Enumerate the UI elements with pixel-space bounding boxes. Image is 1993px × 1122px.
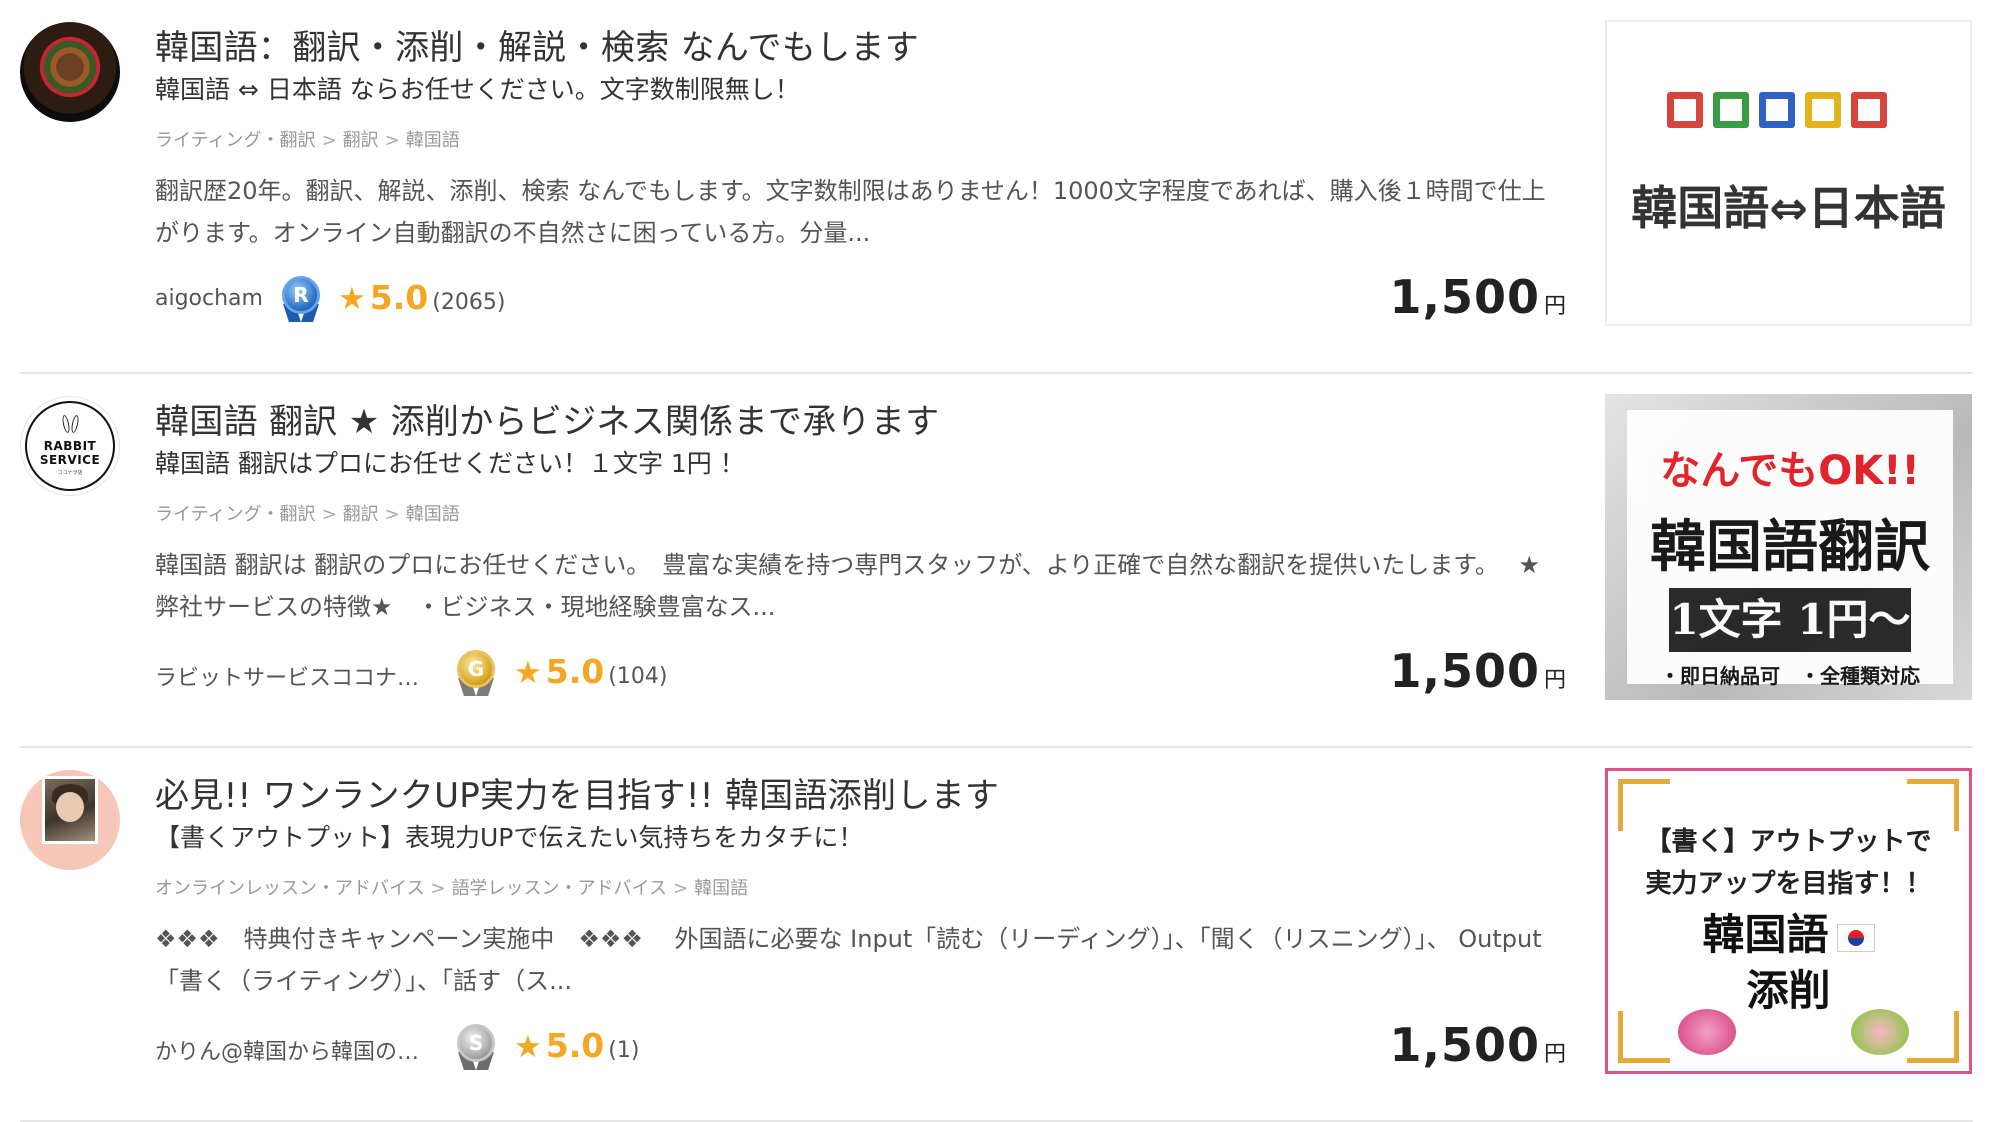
chevron-right-icon: > — [384, 130, 400, 151]
rabbit-ears-icon — [61, 414, 80, 434]
frame-corner-decoration — [1907, 1011, 1959, 1063]
price: 1,500 円 — [1389, 1018, 1566, 1072]
listing-description: 翻訳歴20年。翻訳、解説、添削、検索 なんでもします。文字数制限はありません！1… — [155, 177, 1546, 247]
thumbnail-price-bar: 1文字 1円〜 — [1669, 588, 1911, 652]
review-count: (2065) — [432, 290, 506, 315]
photo-frames-decoration — [1667, 92, 1887, 128]
star-icon: ★ — [514, 655, 542, 691]
rating-score: 5.0 — [545, 1026, 605, 1065]
seller-avatar[interactable]: RABBIT SERVICE ココナラ店 — [20, 396, 120, 496]
price-currency: 円 — [1543, 294, 1566, 319]
breadcrumb-link[interactable]: 語学レッスン・アドバイス — [452, 878, 667, 899]
thumbnail-line-4: 添削 — [1746, 966, 1831, 1015]
listing-title[interactable]: 韓国語：翻訳・添削・解説・検索 なんでもします — [155, 20, 919, 69]
price-value: 1,500 — [1389, 1018, 1540, 1072]
breadcrumb-link[interactable]: 翻訳 — [343, 130, 379, 151]
listing-thumbnail[interactable]: なんでもOK!! 韓国語翻訳 1文字 1円〜 ・即日納品可 ・全種類対応 — [1605, 394, 1972, 700]
breadcrumb: オンラインレッスン・アドバイス > 語学レッスン・アドバイス > 韓国語 — [155, 874, 748, 900]
listing-item[interactable]: 韓国語：翻訳・添削・解説・検索 なんでもします 韓国語 ⇔ 日本語 ならお任せく… — [0, 0, 1993, 374]
breadcrumb-link[interactable]: オンラインレッスン・アドバイス — [155, 878, 424, 899]
thumbnail-footer: ・即日納品可 ・全種類対応 — [1660, 664, 1920, 688]
listing-title[interactable]: 韓国語 翻訳 ★ 添削からビジネス関係まで承ります — [155, 394, 939, 443]
thumbnail-line-2: 実力アップを目指す！！ — [1645, 869, 1932, 899]
seller-avatar[interactable] — [20, 22, 120, 122]
listing-item[interactable]: 必見!! ワンランクUP実力を目指す!! 韓国語添削します 【書くアウトプット】… — [0, 748, 1993, 1122]
breadcrumb-link[interactable]: 韓国語 — [406, 504, 460, 525]
price-currency: 円 — [1543, 1042, 1566, 1067]
thumbnail-line-1: 【書く】アウトプットで — [1645, 827, 1932, 857]
breadcrumb-link[interactable]: ライティング・翻訳 — [155, 130, 316, 151]
breadcrumb-link[interactable]: 韓国語 — [406, 130, 460, 151]
listing-subtitle: 【書くアウトプット】表現力UPで伝えたい気持ちをカタチに！ — [155, 823, 864, 852]
seller-name[interactable]: ラビットサービスココナ… — [155, 660, 419, 692]
rating-score: 5.0 — [545, 652, 605, 691]
listing-description: ❖❖❖ 特典付きキャンペーン実施中 ❖❖❖ 外国語に必要な Input「読む（リ… — [155, 925, 1542, 995]
flower-icon — [1678, 1009, 1736, 1055]
star-icon: ★ — [338, 281, 366, 317]
breadcrumb-link[interactable]: 翻訳 — [343, 504, 379, 525]
thumbnail-caption: 韓国語⇔日本語 — [1631, 181, 1946, 235]
review-count: (104) — [608, 664, 668, 689]
rank-medal-icon: S — [453, 1022, 499, 1072]
listing-thumbnail[interactable]: 【書く】アウトプットで 実力アップを目指す！！ 韓国語 添削 — [1605, 768, 1972, 1074]
flower-icon — [1851, 1009, 1909, 1055]
listing-title[interactable]: 必見!! ワンランクUP実力を目指す!! 韓国語添削します — [155, 768, 999, 817]
seller-name[interactable]: aigocham — [155, 286, 263, 311]
thumbnail-headline: なんでもOK!! — [1660, 448, 1920, 494]
seller-avatar[interactable] — [20, 770, 120, 870]
breadcrumb-link[interactable]: ライティング・翻訳 — [155, 504, 316, 525]
chevron-right-icon: > — [430, 878, 446, 899]
listing-subtitle: 韓国語 ⇔ 日本語 ならお任せください。文字数制限無し！ — [155, 75, 800, 104]
review-count: (1) — [608, 1038, 640, 1063]
price-value: 1,500 — [1389, 270, 1540, 324]
rating: ★ 5.0 (1) — [514, 1026, 639, 1065]
thumbnail-main-text: 韓国語翻訳 — [1650, 515, 1930, 580]
chevron-right-icon: > — [321, 130, 337, 151]
frame-corner-decoration — [1618, 1011, 1670, 1063]
breadcrumb-link[interactable]: 韓国語 — [694, 878, 748, 899]
rank-medal-icon: G — [453, 648, 499, 698]
listing-item[interactable]: RABBIT SERVICE ココナラ店 韓国語 翻訳 ★ 添削からビジネス関係… — [0, 374, 1993, 748]
rating-score: 5.0 — [369, 278, 429, 317]
chevron-right-icon: > — [384, 504, 400, 525]
listing-thumbnail[interactable]: 韓国語⇔日本語 — [1605, 20, 1972, 326]
price: 1,500 円 — [1389, 270, 1566, 324]
rank-medal-icon: R — [278, 274, 324, 324]
korea-flag-icon — [1836, 923, 1875, 952]
seller-name[interactable]: かりん@韓国から韓国の… — [155, 1034, 419, 1066]
chevron-right-icon: > — [321, 504, 337, 525]
rating: ★ 5.0 (2065) — [338, 278, 505, 317]
rating: ★ 5.0 (104) — [514, 652, 667, 691]
breadcrumb: ライティング・翻訳 > 翻訳 > 韓国語 — [155, 500, 460, 526]
listing-description: 韓国語 翻訳は 翻訳のプロにお任せください。 豊富な実績を持つ専門スタッフが、よ… — [155, 551, 1541, 621]
breadcrumb: ライティング・翻訳 > 翻訳 > 韓国語 — [155, 126, 460, 152]
price-currency: 円 — [1543, 668, 1566, 693]
listing-subtitle: 韓国語 翻訳はプロにお任せください！１文字 1円 ！ — [155, 449, 745, 478]
price-value: 1,500 — [1389, 644, 1540, 698]
star-icon: ★ — [514, 1029, 542, 1065]
chevron-right-icon: > — [673, 878, 689, 899]
price: 1,500 円 — [1389, 644, 1566, 698]
thumbnail-line-3: 韓国語 — [1608, 901, 1969, 962]
